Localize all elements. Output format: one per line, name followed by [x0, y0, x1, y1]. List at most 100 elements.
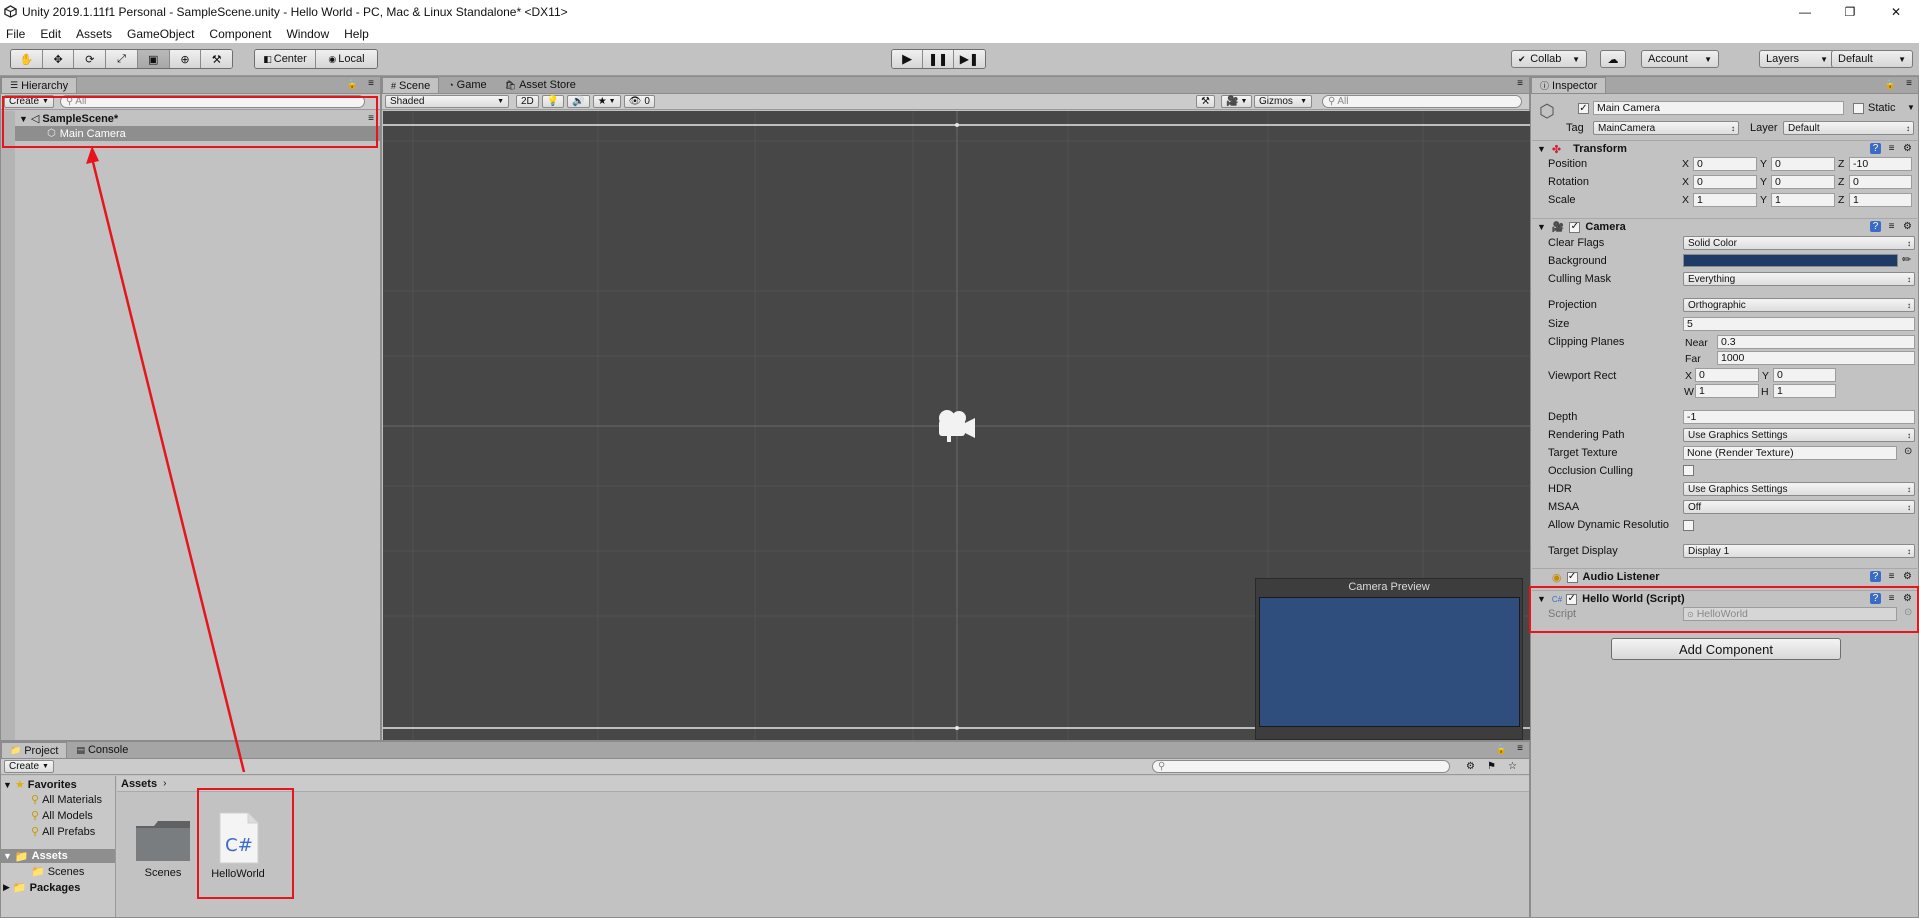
menu-gameobject[interactable]: GameObject — [127, 27, 194, 41]
rotation-y-field[interactable]: 0 — [1771, 175, 1835, 189]
custom-tool-button[interactable]: ⚒ — [201, 50, 232, 68]
preset-icon[interactable]: ≡ — [1886, 221, 1897, 232]
space-local-button[interactable]: ◉ Local — [316, 50, 377, 68]
audio-toggle-button[interactable]: 🔊 — [567, 95, 590, 108]
object-picker-icon[interactable]: ⊙ — [1904, 446, 1912, 457]
search-by-label-icon[interactable]: ⚑ — [1487, 761, 1496, 772]
transform-header[interactable]: ▼ ✤ Transform ? ≡ ⚙ — [1532, 140, 1919, 157]
project-create-dropdown[interactable]: Create ▼ — [4, 760, 54, 773]
tab-hierarchy[interactable]: ☰ Hierarchy — [1, 77, 78, 93]
panel-menu-icon[interactable]: ≡ — [1517, 743, 1523, 754]
layers-dropdown[interactable]: Layers ▼ — [1759, 50, 1835, 68]
foldout-arrow-icon[interactable]: ▼ — [1537, 144, 1546, 154]
scenes-tree-item[interactable]: 📁 Scenes — [31, 865, 84, 879]
menu-window[interactable]: Window — [286, 27, 329, 41]
layout-dropdown[interactable]: Default ▼ — [1831, 50, 1913, 68]
foldout-arrow-icon[interactable]: ▼ — [1537, 222, 1546, 232]
menu-assets[interactable]: Assets — [76, 27, 112, 41]
gear-icon[interactable]: ⚙ — [1902, 143, 1913, 154]
panel-menu-icon[interactable]: ≡ — [368, 78, 374, 89]
cloud-button[interactable]: ☁ — [1600, 50, 1626, 68]
favorite-item[interactable]: ⚲ All Prefabs — [31, 825, 95, 839]
audio-listener-checkbox[interactable]: ✓ — [1566, 571, 1578, 583]
target-texture-field[interactable]: None (Render Texture) — [1683, 446, 1897, 460]
position-x-axis-label[interactable]: X — [1682, 158, 1689, 170]
minimize-button[interactable]: — — [1782, 0, 1828, 24]
favorite-item[interactable]: ⚲ All Models — [31, 809, 93, 823]
pause-button[interactable]: ❚❚ — [923, 50, 954, 68]
msaa-dropdown[interactable]: Off — [1683, 500, 1915, 514]
target-display-dropdown[interactable]: Display 1 — [1683, 544, 1915, 558]
rotate-tool-button[interactable]: ⟳ — [74, 50, 107, 68]
camera-header[interactable]: ▼ 🎥 ✓ Camera ? ≡ ⚙ — [1532, 218, 1919, 235]
help-book-icon[interactable]: ? — [1870, 221, 1881, 232]
step-button[interactable]: ▶❚ — [953, 50, 985, 68]
caret-down-icon[interactable]: ▼ — [1907, 103, 1915, 112]
dynamic-resolution-checkbox[interactable] — [1683, 520, 1694, 531]
panel-menu-icon[interactable]: ≡ — [1517, 78, 1523, 89]
position-y-axis-label[interactable]: Y — [1760, 158, 1767, 170]
eyedropper-icon[interactable]: ✏ — [1902, 253, 1911, 266]
hand-tool-button[interactable]: ✋ — [11, 50, 43, 68]
viewport-w-field[interactable]: 1 — [1695, 384, 1759, 398]
preset-icon[interactable]: ≡ — [1886, 143, 1897, 154]
culling-mask-dropdown[interactable]: Everything — [1683, 272, 1915, 286]
add-component-button[interactable]: Add Component — [1611, 638, 1841, 660]
breadcrumb-assets[interactable]: Assets — [121, 778, 157, 790]
project-search-input[interactable]: ⚲ — [1152, 760, 1450, 773]
scale-x-axis-label[interactable]: X — [1682, 194, 1689, 206]
tab-project[interactable]: 📁 Project — [1, 742, 68, 758]
object-name-field[interactable]: Main Camera — [1593, 101, 1844, 115]
menu-file[interactable]: File — [6, 27, 25, 41]
rect-tool-button[interactable]: ▣ — [137, 50, 170, 68]
expand-arrow-icon[interactable]: ▶ — [3, 882, 10, 893]
panel-menu-icon[interactable]: ≡ — [1906, 78, 1912, 89]
packages-tree-item[interactable]: ▶ 📁 Packages — [3, 881, 80, 895]
restore-button[interactable]: ❐ — [1827, 0, 1873, 24]
clear-flags-dropdown[interactable]: Solid Color — [1683, 236, 1915, 250]
favorite-item[interactable]: ⚲ All Materials — [31, 793, 102, 807]
asset-folder-scenes[interactable]: Scenes — [134, 816, 192, 879]
transform-tool-button[interactable]: ⊕ — [169, 50, 202, 68]
favorite-star-icon[interactable]: ☆ — [1508, 761, 1517, 772]
rotation-z-field[interactable]: 0 — [1849, 175, 1912, 189]
size-field[interactable]: 5 — [1683, 317, 1915, 331]
search-by-type-icon[interactable]: ⚙ — [1466, 761, 1475, 772]
scale-z-field[interactable]: 1 — [1849, 193, 1912, 207]
far-field[interactable]: 1000 — [1717, 351, 1915, 365]
2d-toggle-button[interactable]: 2D — [516, 95, 539, 108]
assets-tree-item[interactable]: ▼ 📁 Assets — [1, 849, 115, 863]
layer-dropdown[interactable]: Default — [1783, 121, 1914, 135]
menu-component[interactable]: Component — [209, 27, 271, 41]
gear-icon[interactable]: ⚙ — [1902, 571, 1913, 582]
scale-y-axis-label[interactable]: Y — [1760, 194, 1767, 206]
favorites-section[interactable]: ▼ ★ Favorites — [3, 778, 77, 792]
scale-z-axis-label[interactable]: Z — [1838, 194, 1844, 206]
rotation-x-field[interactable]: 0 — [1693, 175, 1757, 189]
hidden-objects-button[interactable]: 👁 0 — [623, 95, 655, 108]
help-book-icon[interactable]: ? — [1870, 571, 1881, 582]
scale-tool-button[interactable]: ⤢ — [106, 50, 138, 68]
scale-x-field[interactable]: 1 — [1693, 193, 1757, 207]
effects-dropdown[interactable]: ★ ▼ — [592, 95, 621, 108]
viewport-h-field[interactable]: 1 — [1773, 384, 1836, 398]
expand-arrow-icon[interactable]: ▼ — [3, 780, 12, 790]
rotation-z-axis-label[interactable]: Z — [1838, 176, 1844, 188]
move-tool-button[interactable]: ✥ — [42, 50, 75, 68]
tab-scene[interactable]: # Scene — [382, 77, 440, 93]
camera-enabled-checkbox[interactable]: ✓ — [1569, 221, 1581, 233]
position-z-field[interactable]: -10 — [1849, 157, 1912, 171]
menu-help[interactable]: Help — [344, 27, 369, 41]
preset-icon[interactable]: ≡ — [1886, 571, 1897, 582]
scene-viewport[interactable]: Camera Preview — [383, 111, 1530, 740]
lighting-toggle-button[interactable]: 💡 — [541, 95, 565, 108]
position-x-field[interactable]: 0 — [1693, 157, 1757, 171]
play-button[interactable]: ▶ — [892, 50, 924, 68]
tab-asset-store[interactable]: 🛍 Asset Store — [496, 77, 585, 93]
lock-icon[interactable]: 🔒 — [1496, 744, 1507, 755]
shading-mode-dropdown[interactable]: Shaded ▼ — [385, 95, 509, 108]
close-button[interactable]: ✕ — [1873, 0, 1919, 24]
tab-game[interactable]: ◔ Game — [439, 77, 495, 93]
rotation-y-axis-label[interactable]: Y — [1760, 176, 1767, 188]
rotation-x-axis-label[interactable]: X — [1682, 176, 1689, 188]
